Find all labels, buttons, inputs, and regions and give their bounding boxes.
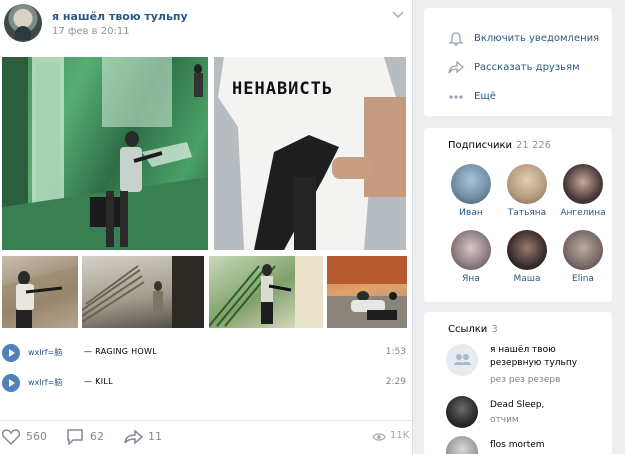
subscribers-title[interactable]: Подписчики 21 226	[448, 140, 551, 151]
subscriber-name: Татьяна	[507, 208, 547, 218]
subscriber-avatar	[451, 164, 491, 204]
photo-thumb-4[interactable]	[327, 256, 407, 328]
subscriber-item[interactable]: Иван	[446, 164, 496, 224]
play-icon[interactable]	[2, 344, 20, 362]
track-artist[interactable]: wxlrf=脑	[28, 347, 62, 358]
link-item[interactable]: я нашёл твою резервную тульпу рез рез ре…	[446, 344, 606, 388]
share-arrow-icon	[124, 429, 144, 445]
group-actions-block: Включить уведомления Рассказать друзьям …	[424, 8, 612, 116]
share-button[interactable]: 11	[124, 429, 180, 445]
corridor-illustration	[2, 57, 208, 250]
link-title: Dead Sleep,	[490, 400, 545, 410]
post-header: я нашёл твою тульпу 17 фев в 20:11	[0, 0, 412, 52]
heart-icon	[2, 429, 20, 445]
like-button[interactable]: 560	[2, 429, 62, 445]
links-title[interactable]: Ссылки 3	[448, 324, 498, 335]
avatar	[446, 436, 478, 454]
track-artist[interactable]: wxlrf=脑	[28, 377, 62, 388]
subscribers-title-text: Подписчики	[448, 140, 513, 151]
links-block: Ссылки 3 я нашёл твою резервную тульпу ре…	[424, 312, 612, 454]
views-count: 11K	[390, 430, 410, 441]
subscriber-name: Яна	[462, 274, 480, 284]
audio-track[interactable]: wxlrf=脑 — RAGING HOWL 1:53	[0, 342, 412, 364]
eye-icon	[372, 433, 386, 441]
more-label: Ещё	[474, 91, 496, 102]
subscriber-name: Иван	[459, 208, 483, 218]
subscribers-block: Подписчики 21 226 Иван Татьяна Ангелина Я…	[424, 128, 612, 302]
comment-button[interactable]: 62	[66, 429, 122, 445]
more-item[interactable]: Ещё	[424, 84, 612, 110]
thumb-2-illustration	[82, 256, 204, 328]
track-title-text: KILL	[95, 377, 113, 386]
subscriber-item[interactable]: Яна	[446, 230, 496, 290]
more-dots-icon	[449, 95, 463, 99]
subscriber-avatar	[451, 230, 491, 270]
like-count: 560	[26, 430, 47, 443]
comment-icon	[67, 429, 83, 445]
photo-shirt[interactable]: НЕНАВИСТЬ	[214, 57, 406, 250]
comment-count: 62	[90, 430, 104, 443]
subscribers-count: 21 226	[516, 140, 552, 151]
subscriber-item[interactable]: Маша	[502, 230, 552, 290]
subscriber-avatar	[507, 230, 547, 270]
track-dash: —	[84, 377, 93, 386]
link-title: flos mortem	[490, 440, 545, 450]
subscriber-item[interactable]: Татьяна	[502, 164, 552, 224]
photo-thumb-1[interactable]	[2, 256, 78, 328]
enable-notifications-item[interactable]: Включить уведомления	[424, 26, 612, 52]
post-author[interactable]: я нашёл твою тульпу	[52, 10, 188, 23]
tell-friends-item[interactable]: Рассказать друзьям	[424, 55, 612, 81]
bell-icon	[448, 32, 464, 46]
tell-friends-label: Рассказать друзьям	[474, 62, 580, 73]
thumb-1-illustration	[2, 266, 78, 328]
shirt-text: НЕНАВИСТЬ	[232, 79, 334, 99]
link-item[interactable]: Dead Sleep, отчим	[446, 396, 606, 432]
link-desc: рез рез резерв	[490, 375, 561, 385]
thumb-4-illustration	[327, 256, 407, 328]
play-icon[interactable]	[2, 374, 20, 392]
link-title: я нашёл твою резервную тульпу	[490, 345, 578, 368]
group-icon-glyph	[454, 354, 471, 365]
share-arrow-icon	[448, 61, 464, 74]
subscriber-avatar	[563, 230, 603, 270]
subscriber-item[interactable]: Elina	[558, 230, 608, 290]
post-card: я нашёл твою тульпу 17 фев в 20:11 НЕНАВ…	[0, 0, 413, 454]
subscriber-avatar	[507, 164, 547, 204]
avatar	[446, 396, 478, 428]
chevron-down-icon[interactable]	[392, 10, 404, 20]
track-dash: —	[84, 347, 93, 356]
enable-notifications-label: Включить уведомления	[474, 33, 600, 44]
subscriber-avatar	[563, 164, 603, 204]
photo-thumb-2[interactable]	[82, 256, 204, 328]
photo-corridor[interactable]	[2, 57, 208, 250]
track-duration: 1:53	[385, 347, 406, 357]
subscriber-name: Маша	[513, 274, 541, 284]
track-title[interactable]: — KILL	[84, 377, 113, 386]
post-date[interactable]: 17 фев в 20:11	[52, 26, 130, 37]
link-desc: отчим	[490, 415, 519, 425]
photo-thumb-3[interactable]	[209, 256, 323, 328]
thumb-3-illustration	[209, 256, 323, 328]
subscriber-item[interactable]: Ангелина	[558, 164, 608, 224]
post-actions: 560 62 11 11K	[0, 420, 412, 451]
subscriber-name: Elina	[572, 274, 594, 284]
audio-track[interactable]: wxlrf=脑 — KILL 2:29	[0, 372, 412, 394]
link-item[interactable]: flos mortem	[446, 436, 606, 454]
share-count: 11	[148, 430, 162, 443]
track-title[interactable]: — RAGING HOWL	[84, 347, 157, 356]
author-avatar[interactable]	[4, 4, 42, 42]
links-count: 3	[491, 324, 498, 335]
track-duration: 2:29	[385, 377, 406, 387]
track-title-text: RAGING HOWL	[95, 347, 157, 356]
links-title-text: Ссылки	[448, 324, 488, 335]
subscriber-name: Ангелина	[560, 208, 606, 218]
group-icon	[446, 344, 478, 376]
